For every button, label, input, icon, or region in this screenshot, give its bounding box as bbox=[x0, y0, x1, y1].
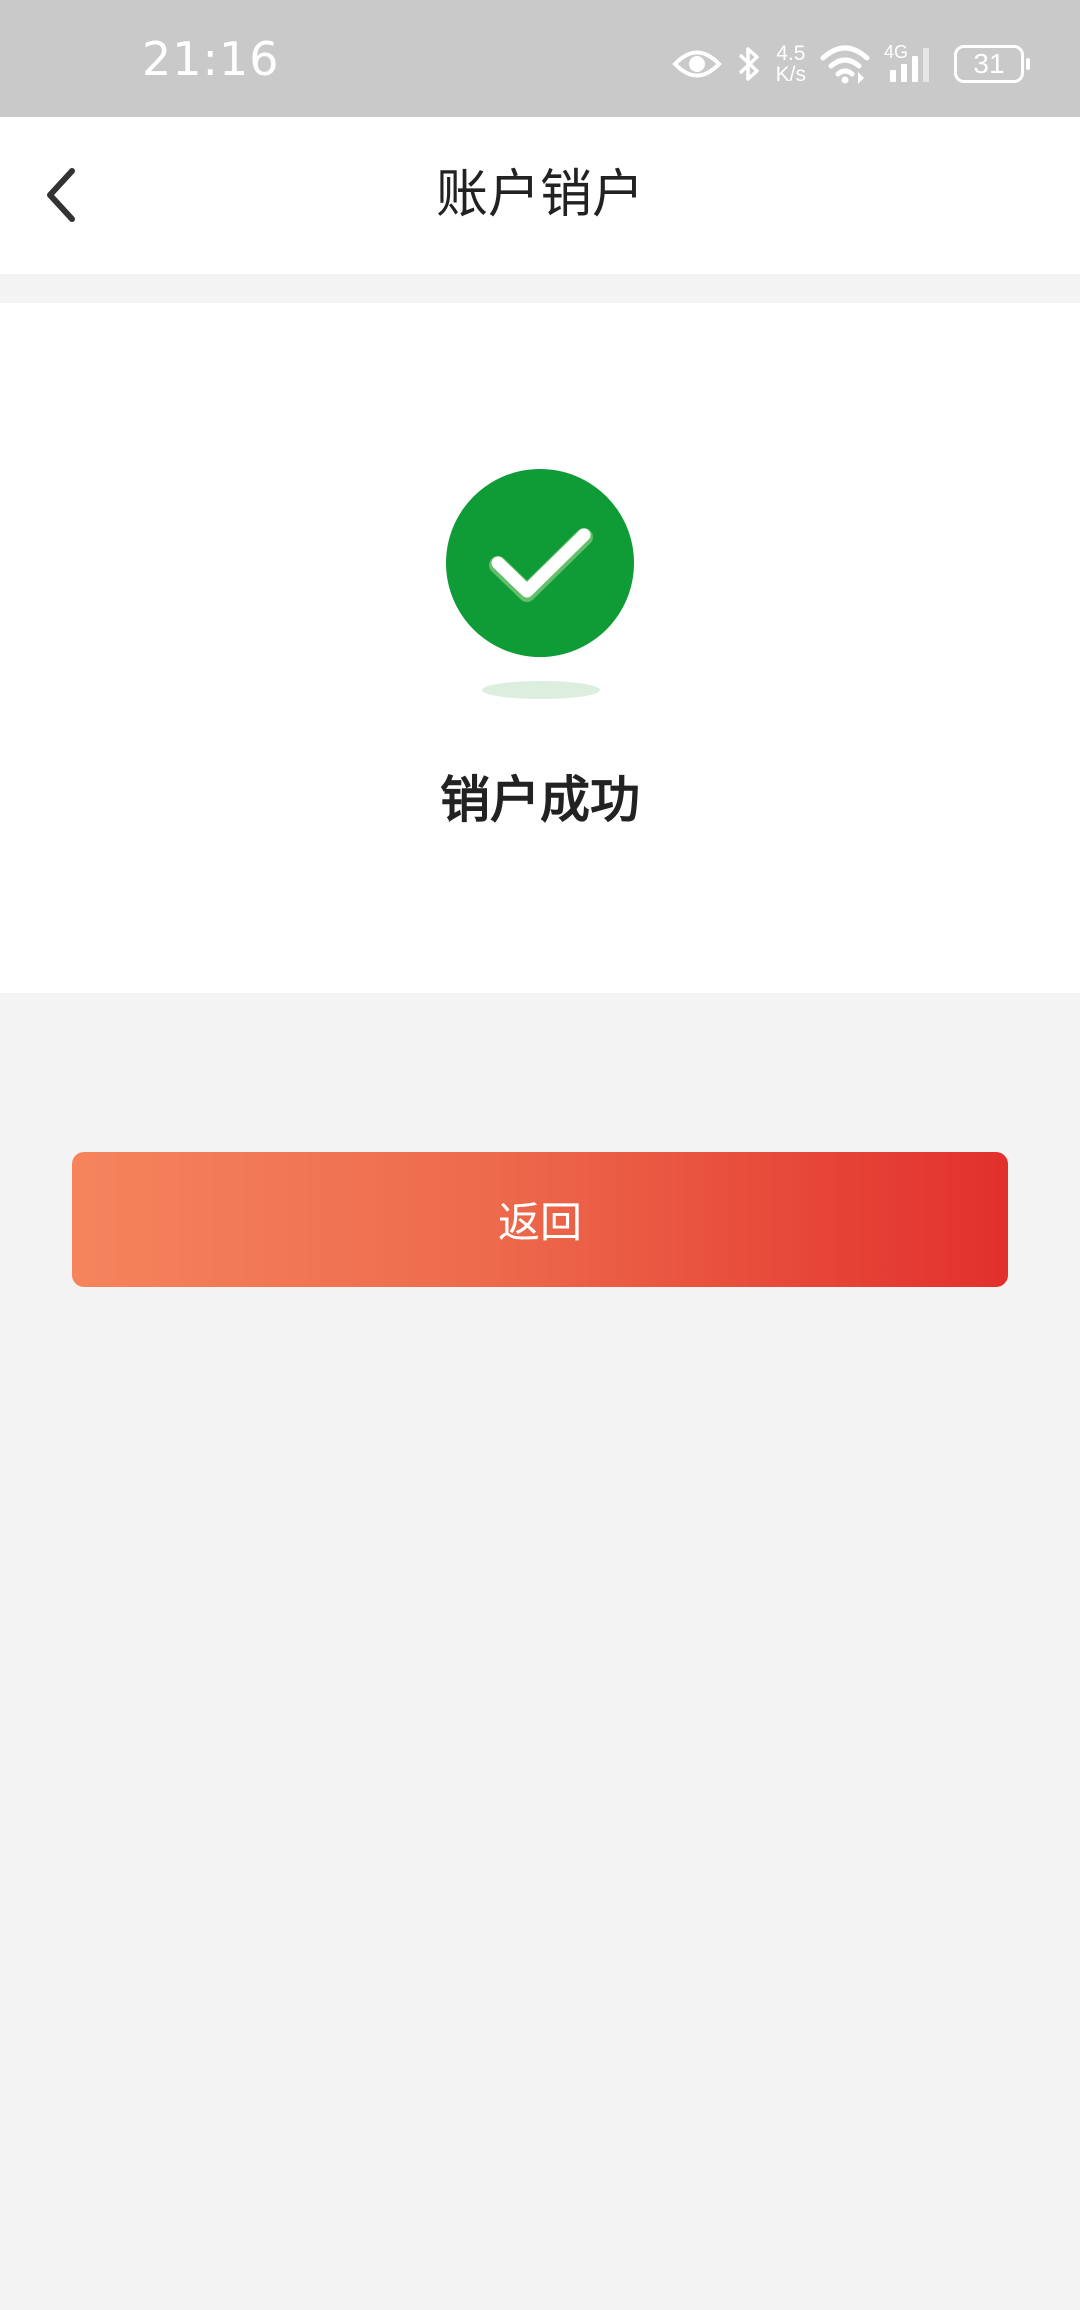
status-time: 21:16 bbox=[142, 32, 280, 86]
status-bar: 21:16 4.5 K/s 4G 31 bbox=[0, 0, 1080, 117]
return-button[interactable]: 返回 bbox=[72, 1152, 1008, 1287]
battery-level: 31 bbox=[973, 48, 1005, 79]
page-title: 账户销户 bbox=[435, 165, 644, 225]
net-speed: 4.5 K/s bbox=[776, 43, 806, 85]
check-circle-icon bbox=[446, 469, 634, 657]
result-card: 销户成功 bbox=[0, 303, 1080, 993]
eye-icon bbox=[671, 47, 722, 81]
signal-icon: 4G bbox=[884, 42, 940, 84]
success-icon-shadow bbox=[482, 681, 600, 699]
status-icons: 4.5 K/s 4G 31 bbox=[671, 36, 1030, 92]
nav-bar: 账户销户 bbox=[0, 117, 1080, 274]
bluetooth-icon bbox=[736, 44, 762, 84]
battery-icon: 31 bbox=[954, 45, 1030, 83]
net-speed-unit: K/s bbox=[775, 63, 806, 86]
result-message: 销户成功 bbox=[440, 771, 640, 829]
net-speed-value: 4.5 bbox=[776, 42, 806, 65]
wifi-icon bbox=[820, 44, 870, 84]
